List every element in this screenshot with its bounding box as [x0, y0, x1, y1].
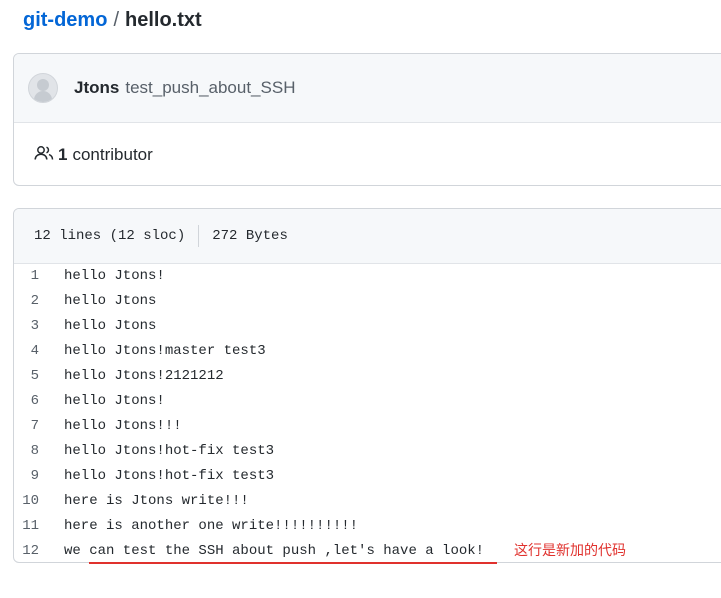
code-line: 5 hello Jtons!2121212: [14, 364, 721, 389]
line-content: hello Jtons: [64, 318, 157, 334]
code-line: 1 hello Jtons!: [14, 264, 721, 289]
breadcrumb-separator: /: [113, 9, 119, 31]
annotation-underline: [89, 562, 497, 564]
commit-author[interactable]: Jtons: [74, 78, 119, 98]
line-number[interactable]: 12: [14, 539, 64, 562]
annotation-text: 这行是新加的代码: [514, 543, 626, 559]
line-number[interactable]: 2: [14, 289, 64, 314]
line-number[interactable]: 6: [14, 389, 64, 414]
line-content: hello Jtons!!!: [64, 418, 182, 434]
line-content: hello Jtons!hot-fix test3: [64, 468, 275, 484]
line-content: hello Jtons!2121212: [64, 368, 224, 384]
line-number[interactable]: 11: [14, 514, 64, 539]
line-number[interactable]: 8: [14, 439, 64, 464]
line-content: here is Jtons write!!!: [64, 493, 249, 509]
latest-commit-header: Jtons test_push_about_SSH: [14, 54, 721, 123]
contributor-count: 1: [58, 145, 68, 164]
breadcrumb: git-demo / hello.txt: [23, 6, 202, 34]
line-number[interactable]: 5: [14, 364, 64, 389]
file-info-header: 12 lines (12 sloc) 272 Bytes: [14, 209, 721, 264]
code-line: 8 hello Jtons!hot-fix test3: [14, 439, 721, 464]
code-line: 2 hello Jtons: [14, 289, 721, 314]
repo-link[interactable]: git-demo: [23, 9, 107, 31]
line-number[interactable]: 7: [14, 414, 64, 439]
line-number[interactable]: 9: [14, 464, 64, 489]
line-content: hello Jtons!: [64, 268, 165, 284]
line-number[interactable]: 1: [14, 264, 64, 289]
code-line: 11 here is another one write!!!!!!!!!!: [14, 514, 721, 539]
commit-box: Jtons test_push_about_SSH 1 contributor: [13, 53, 721, 186]
line-number[interactable]: 10: [14, 489, 64, 514]
file-line-count: 12 lines (12 sloc): [34, 228, 186, 244]
line-number[interactable]: 3: [14, 314, 64, 339]
file-size: 272 Bytes: [212, 228, 288, 244]
people-icon: [34, 145, 58, 166]
code-line: 3 hello Jtons: [14, 314, 721, 339]
line-content: hello Jtons!: [64, 393, 165, 409]
file-name: hello.txt: [125, 9, 202, 31]
line-content: hello Jtons: [64, 293, 157, 309]
code-line: 10 here is Jtons write!!!: [14, 489, 721, 514]
line-content: here is another one write!!!!!!!!!!: [64, 518, 359, 534]
code-line: 9 hello Jtons!hot-fix test3: [14, 464, 721, 489]
code-line: 7 hello Jtons!!!: [14, 414, 721, 439]
code-line: 4 hello Jtons!master test3: [14, 339, 721, 364]
avatar[interactable]: [28, 73, 58, 103]
line-content: hello Jtons!hot-fix test3: [64, 443, 275, 459]
line-number[interactable]: 4: [14, 339, 64, 364]
code-line: 6 hello Jtons!: [14, 389, 721, 414]
file-view: 12 lines (12 sloc) 272 Bytes 1 hello Jton…: [13, 208, 721, 563]
contributor-label: contributor: [72, 145, 153, 164]
contributors-row[interactable]: 1 contributor: [14, 123, 721, 185]
file-info-divider: [198, 225, 200, 247]
line-content: we can test the SSH about push ,let's ha…: [64, 543, 485, 559]
commit-message[interactable]: test_push_about_SSH: [125, 78, 295, 98]
line-content: hello Jtons!master test3: [64, 343, 266, 359]
code-table: 1 hello Jtons! 2 hello Jtons 3 hello Jtons 4 he…: [14, 264, 721, 562]
